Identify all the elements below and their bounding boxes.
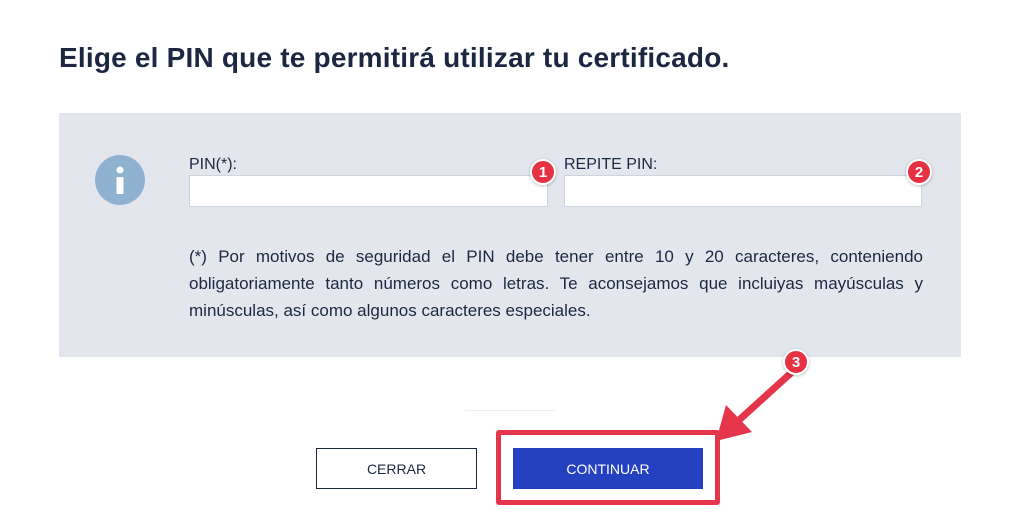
repeat-pin-input[interactable] xyxy=(564,175,922,207)
divider xyxy=(465,410,555,411)
pin-label: PIN(*): xyxy=(189,156,237,173)
pin-requirements-note: (*) Por motivos de seguridad el PIN debe… xyxy=(189,247,923,320)
callout-badge-2: 2 xyxy=(906,159,932,185)
info-icon xyxy=(95,155,145,205)
callout-badge-1: 1 xyxy=(530,159,556,185)
continue-button[interactable]: CONTINUAR xyxy=(513,448,703,489)
callout-badge-3: 3 xyxy=(783,349,809,375)
repeat-pin-label: REPITE PIN: xyxy=(564,156,658,173)
pin-form-panel: PIN(*): REPITE PIN: (*) Por motivos de s… xyxy=(59,113,961,357)
close-button[interactable]: CERRAR xyxy=(316,448,477,489)
pin-setup-page: Elige el PIN que te permitirá utilizar t… xyxy=(0,0,1009,524)
pin-input[interactable] xyxy=(189,175,548,207)
page-title: Elige el PIN que te permitirá utilizar t… xyxy=(59,42,730,73)
